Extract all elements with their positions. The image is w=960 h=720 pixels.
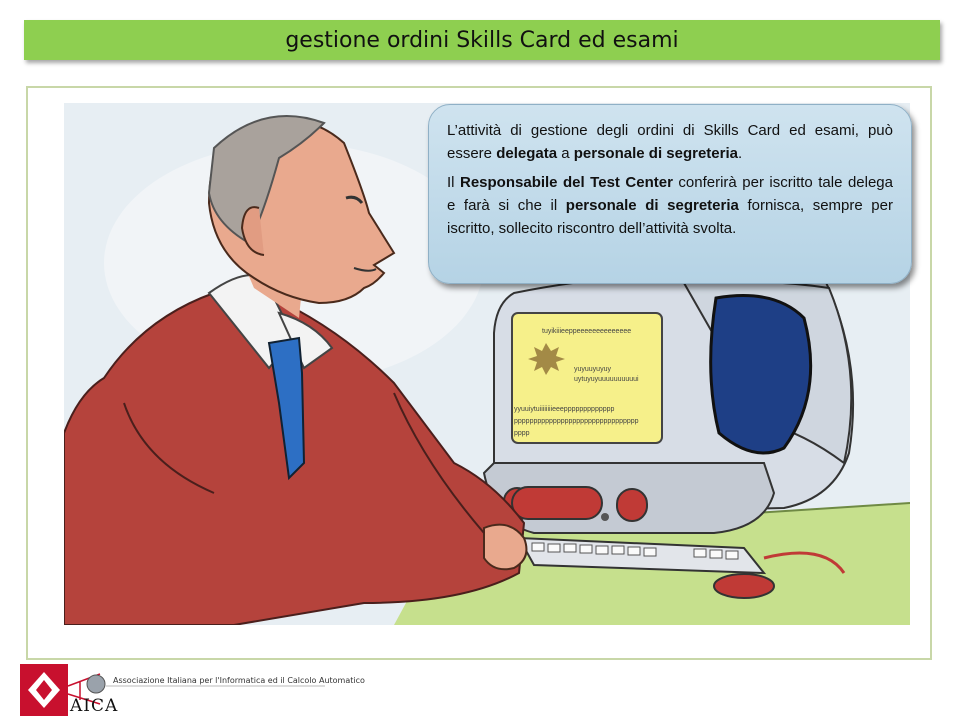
bubble-paragraph-1: L’attività di gestione degli ordini di S…: [447, 119, 893, 165]
screen-line-5: pppppppppppppppppppppppppppppppp: [514, 418, 639, 425]
bubble-paragraph-2: Il Responsabile del Test Center conferir…: [447, 171, 893, 240]
bubble-bold-text: personale di segreteria: [565, 197, 739, 214]
screen-line-2: yuyuuyuyuy: [574, 366, 611, 373]
computer-monitor: [482, 272, 855, 534]
screen-line-4: yyuuiytuiiiiiiiieeeppppppppppppp: [514, 406, 615, 413]
screen-line-6: pppp: [514, 430, 530, 437]
bubble-bold-text: personale di segreteria: [573, 145, 738, 162]
association-name: Associazione Italiana per l'Informatica …: [113, 676, 365, 685]
screen-line-1: tuyikiiieeppeeeeeeeeeeeeee: [542, 328, 631, 335]
speech-bubble: L’attività di gestione degli ordini di S…: [428, 104, 912, 284]
bubble-text: a: [557, 145, 574, 162]
bubble-text: .: [738, 145, 743, 162]
title-bar: gestione ordini Skills Card ed esami: [24, 20, 940, 60]
bubble-bold-text: Responsabile del Test Center: [460, 174, 673, 191]
aica-wordmark: AICA: [70, 696, 119, 716]
bubble-bold-text: delegata: [496, 145, 558, 162]
aica-logo: [20, 664, 325, 716]
screen-line-3: uytuyuyuuuuuuuuuui: [574, 376, 639, 383]
slide-title: gestione ordini Skills Card ed esami: [285, 27, 679, 53]
bubble-text: Il: [447, 174, 460, 191]
